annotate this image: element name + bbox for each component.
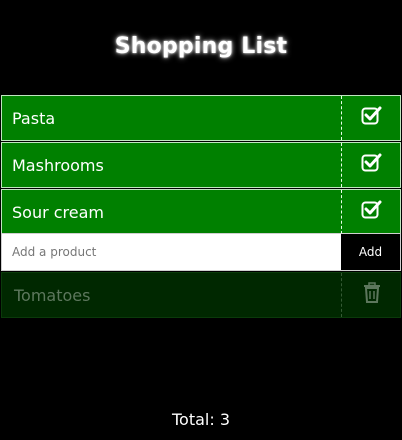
add-button[interactable]: Add — [341, 234, 400, 270]
check-button[interactable] — [342, 143, 401, 187]
trash-icon — [362, 282, 382, 308]
completed-list-item: Tomatoes — [1, 272, 401, 318]
delete-button[interactable] — [342, 273, 401, 317]
add-product-form: Add — [1, 233, 401, 271]
shopping-list-app: Shopping List Pasta Mashrooms Sour cream… — [0, 0, 402, 440]
list-item: Pasta — [1, 95, 401, 141]
list-item: Mashrooms — [1, 142, 401, 188]
checkbox-checked-icon — [361, 199, 383, 225]
total-count: Total: 3 — [171, 410, 231, 429]
shopping-list: Pasta Mashrooms Sour cream — [1, 95, 401, 236]
check-button[interactable] — [342, 96, 401, 140]
checkbox-checked-icon — [361, 105, 383, 131]
check-button[interactable] — [342, 190, 401, 234]
checkbox-checked-icon — [361, 152, 383, 178]
item-label: Tomatoes — [14, 285, 91, 305]
page-title: Shopping List — [114, 34, 288, 59]
list-item: Sour cream — [1, 189, 401, 235]
add-product-input[interactable] — [2, 234, 341, 270]
